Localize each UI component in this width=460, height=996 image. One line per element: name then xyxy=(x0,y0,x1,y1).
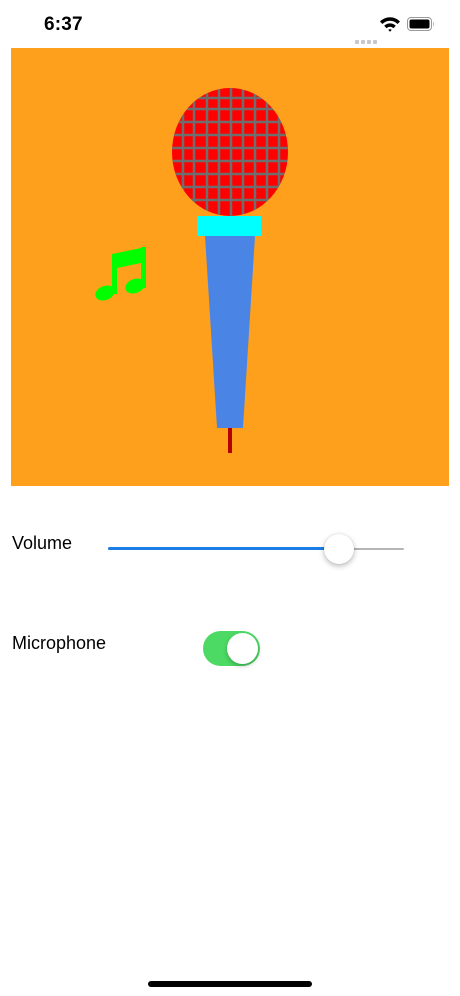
mic-grille xyxy=(172,88,288,216)
mic-cable xyxy=(228,427,232,453)
volume-label: Volume xyxy=(12,533,73,553)
volume-slider[interactable] xyxy=(108,532,404,566)
toggle-knob xyxy=(227,633,258,664)
mic-collar xyxy=(197,216,261,236)
microphone-label: Microphone xyxy=(12,633,107,653)
battery-icon xyxy=(407,17,434,31)
slider-thumb[interactable] xyxy=(324,534,354,564)
home-indicator[interactable] xyxy=(148,981,312,987)
slider-fill xyxy=(108,547,339,550)
artwork-canvas xyxy=(95,88,288,453)
mic-handle xyxy=(205,236,255,428)
wifi-icon xyxy=(380,17,400,32)
microphone-artwork xyxy=(11,48,449,486)
signal-icon xyxy=(355,26,379,44)
microphone-toggle[interactable] xyxy=(203,631,260,666)
music-note-icon xyxy=(95,247,146,301)
status-bar: 6:37 xyxy=(0,0,460,50)
status-time: 6:37 xyxy=(44,14,83,35)
